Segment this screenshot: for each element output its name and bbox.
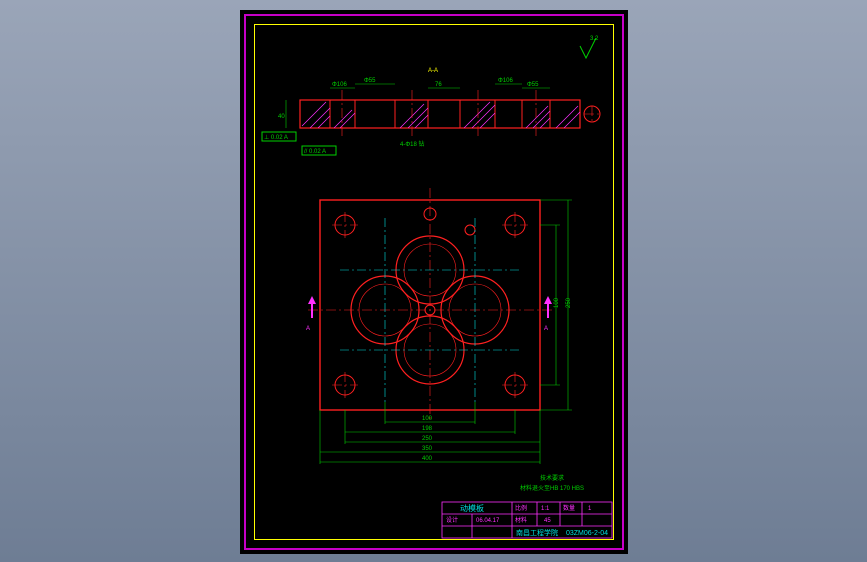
drawing-sheet: 3.2: [240, 10, 628, 554]
frame-inner: [254, 24, 614, 540]
